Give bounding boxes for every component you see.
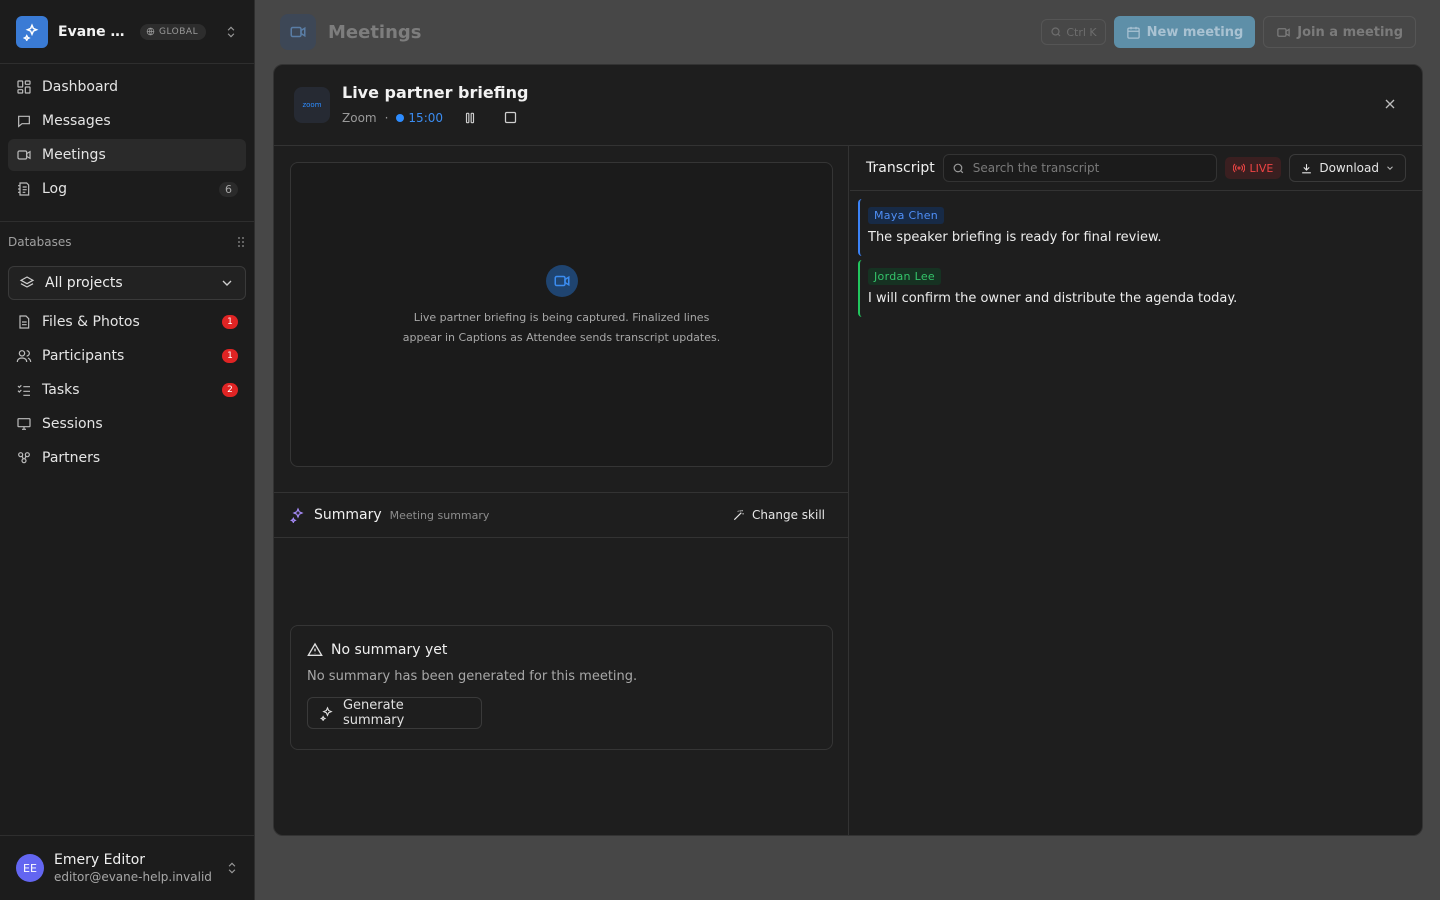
meeting-modal: zoom Live partner briefing Zoom · 15:00 [273, 64, 1423, 836]
workspace-name: Evane Help [58, 23, 132, 40]
user-name: Emery Editor [54, 852, 146, 868]
checklist-icon [17, 384, 30, 396]
log-icon [18, 182, 30, 196]
broadcast-icon [1233, 163, 1246, 173]
empty-summary-title: No summary yet [331, 642, 448, 658]
file-icon [19, 315, 30, 329]
stop-icon [504, 111, 517, 124]
workspace-scope-badge: GLOBAL [140, 23, 207, 40]
chevron-up-down-icon [227, 26, 235, 37]
user-menu[interactable]: EE Emery Editor editor@evane-help.invali… [0, 835, 255, 900]
stop-button[interactable] [503, 110, 518, 125]
layers-icon [19, 276, 35, 288]
transcript-line: The speaker briefing is ready for final … [868, 230, 1162, 245]
db-item-tasks[interactable]: Tasks 2 [8, 374, 246, 406]
chevron-up-down-icon [228, 862, 236, 874]
monitor-icon [17, 418, 31, 430]
sparkles-icon [290, 507, 304, 523]
generate-summary-button[interactable]: Generate summary [307, 697, 482, 729]
nav-item-log[interactable]: Log 6 [8, 173, 246, 205]
db-item-participants[interactable]: Participants 1 [8, 340, 246, 372]
db-item-files-photos[interactable]: Files & Photos 1 [8, 306, 246, 338]
pause-button[interactable] [463, 111, 477, 125]
files-badge: 1 [222, 315, 238, 329]
transcript-title: Transcript [866, 160, 935, 176]
recording-dot-icon [396, 113, 405, 122]
nav-item-messages[interactable]: Messages [8, 105, 246, 137]
summary-header: Summary Meeting summary Change skill [274, 492, 849, 538]
user-email: editor@evane-help.invalid [54, 870, 212, 884]
meeting-provider: Zoom [342, 110, 377, 125]
transcript-entry: Jordan Lee I will confirm the owner and … [858, 260, 1414, 317]
sparkles-icon [320, 705, 333, 721]
chevron-down-icon [222, 280, 232, 286]
transcript-search[interactable] [942, 154, 1218, 182]
summary-subtitle: Meeting summary [389, 508, 490, 522]
command-search-button[interactable]: Ctrl K [1041, 19, 1106, 45]
capture-status-text: Live partner briefing is being captured.… [402, 311, 721, 344]
summary-title: Summary [314, 507, 382, 523]
dashboard-icon [17, 80, 31, 94]
close-icon[interactable] [1382, 96, 1398, 112]
transcript-list: Maya Chen The speaker briefing is ready … [850, 191, 1422, 329]
speaker-label: Maya Chen [868, 207, 945, 224]
db-item-sessions[interactable]: Sessions [8, 408, 246, 440]
download-button[interactable]: Download [1289, 154, 1406, 182]
users-icon [16, 350, 32, 363]
workspace-logo-icon [16, 15, 48, 48]
empty-summary-text: No summary has been generated for this m… [307, 669, 638, 684]
meeting-title: Live partner briefing [342, 83, 529, 102]
databases-heading: Databases [0, 222, 254, 262]
calendar-icon [1126, 26, 1140, 39]
transcript-search-input[interactable] [972, 161, 1203, 175]
speaker-label: Jordan Lee [868, 268, 941, 285]
drag-handle-icon[interactable] [236, 236, 246, 248]
video-icon [1277, 27, 1291, 37]
chevron-down-icon [1387, 166, 1393, 170]
search-icon [953, 163, 963, 173]
tasks-badge: 2 [222, 383, 238, 397]
page-header: Meetings Ctrl K New meeting Join a meeti… [256, 0, 1440, 64]
join-meeting-button[interactable]: Join a meeting [1263, 16, 1416, 48]
change-skill-button[interactable]: Change skill [732, 508, 825, 522]
warning-icon [307, 642, 323, 656]
live-badge: LIVE [1225, 157, 1282, 179]
transcript-header: Transcript LIVE Download [850, 146, 1422, 191]
transcript-line: I will confirm the owner and distribute … [868, 291, 1238, 306]
page-title: Meetings [328, 21, 422, 43]
pause-icon [465, 112, 475, 123]
participants-badge: 1 [222, 349, 238, 363]
video-capture-panel: Live partner briefing is being captured.… [290, 162, 833, 467]
download-icon [1302, 163, 1312, 173]
main-nav: Dashboard Messages Meetings Log 6 [0, 64, 254, 222]
meeting-left-panel: Live partner briefing is being captured.… [274, 146, 849, 835]
globe-icon [146, 27, 155, 36]
meetings-header-icon [280, 14, 316, 50]
db-item-partners[interactable]: Partners [8, 442, 246, 474]
empty-summary-card: No summary yet No summary has been gener… [290, 625, 833, 750]
log-count: 6 [219, 181, 238, 197]
search-icon [1051, 27, 1061, 37]
avatar: EE [16, 854, 44, 882]
separator-dot: · [384, 110, 389, 125]
project-select[interactable]: All projects [8, 266, 246, 300]
meeting-modal-header: zoom Live partner briefing Zoom · 15:00 [274, 65, 1422, 146]
handshake-icon [18, 452, 30, 464]
nav-item-meetings[interactable]: Meetings [8, 139, 246, 171]
transcript-entry: Maya Chen The speaker briefing is ready … [858, 199, 1414, 256]
camera-icon [545, 265, 578, 297]
workspace-switcher[interactable]: Evane Help GLOBAL [0, 0, 254, 64]
sidebar: Evane Help GLOBAL Dashboard Messages Mee… [0, 0, 255, 900]
messages-icon [18, 115, 30, 128]
magic-wand-icon [733, 509, 744, 521]
new-meeting-button[interactable]: New meeting [1113, 16, 1256, 48]
nav-item-dashboard[interactable]: Dashboard [8, 71, 246, 103]
recording-timer: 15:00 [396, 111, 443, 125]
transcript-panel: Transcript LIVE Download Maya Chen The s… [850, 146, 1422, 835]
zoom-logo-icon: zoom [294, 87, 330, 123]
video-icon [17, 150, 31, 160]
